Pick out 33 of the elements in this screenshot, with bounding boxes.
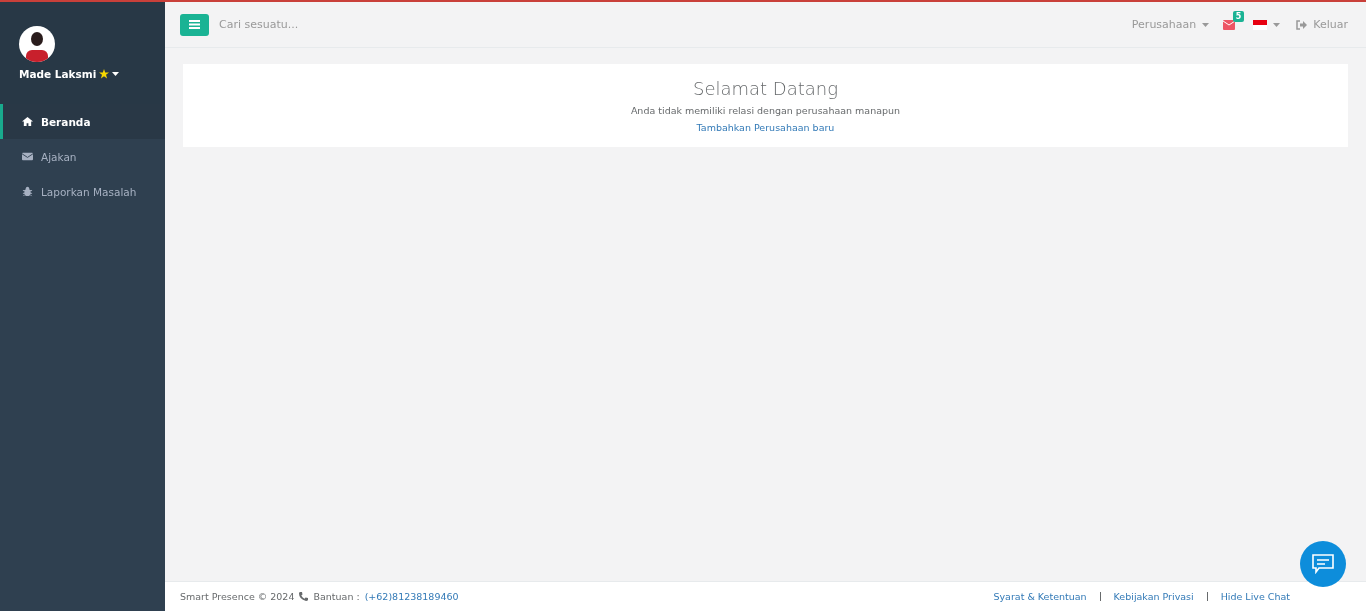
bug-icon xyxy=(22,186,33,197)
welcome-title: Selamat Datang xyxy=(692,78,839,99)
copyright-text: Smart Presence © 2024 xyxy=(180,591,295,602)
help-label: Bantuan : xyxy=(313,591,360,602)
envelope-icon xyxy=(22,151,33,162)
flag-icon xyxy=(1253,19,1268,30)
message-count-badge: 5 xyxy=(1232,10,1245,22)
user-name[interactable]: Made Laksmi xyxy=(19,68,97,80)
chat-button[interactable] xyxy=(1300,541,1346,587)
caret-icon xyxy=(1273,22,1281,27)
help-phone-link[interactable]: (+62)81238189460 xyxy=(364,591,459,602)
sidebar-item[interactable]: Beranda xyxy=(0,104,165,139)
sidebar-item[interactable]: Laporkan Masalah xyxy=(0,174,165,209)
phone-icon xyxy=(299,592,309,601)
logout-icon xyxy=(1296,19,1308,30)
avatar xyxy=(19,26,55,62)
welcome-message: Anda tidak memiliki relasi dengan perusahaan manapun xyxy=(630,105,901,116)
star-icon xyxy=(99,69,110,79)
search-field[interactable]: Cari sesuatu... xyxy=(217,17,521,32)
caret-icon[interactable] xyxy=(112,72,120,76)
envelope-icon[interactable] xyxy=(1223,19,1236,30)
house-icon xyxy=(22,116,33,127)
sidebar-item[interactable]: Ajakan xyxy=(0,139,165,174)
footer-link[interactable]: Hide Live Chat xyxy=(1220,591,1290,602)
add-company-link[interactable]: Tambahkan Perusahaan baru xyxy=(696,122,835,133)
logout-button[interactable]: Keluar xyxy=(1292,18,1352,31)
chat-icon xyxy=(1312,554,1334,574)
menu-button[interactable] xyxy=(180,13,209,36)
footer-link[interactable]: Kebijakan Privasi xyxy=(1113,591,1194,602)
footer-link[interactable]: Syarat & Ketentuan xyxy=(993,591,1087,602)
caret-icon xyxy=(1202,22,1210,27)
menu-icon xyxy=(189,20,200,29)
company-dropdown[interactable]: Perusahaan xyxy=(1127,18,1214,31)
